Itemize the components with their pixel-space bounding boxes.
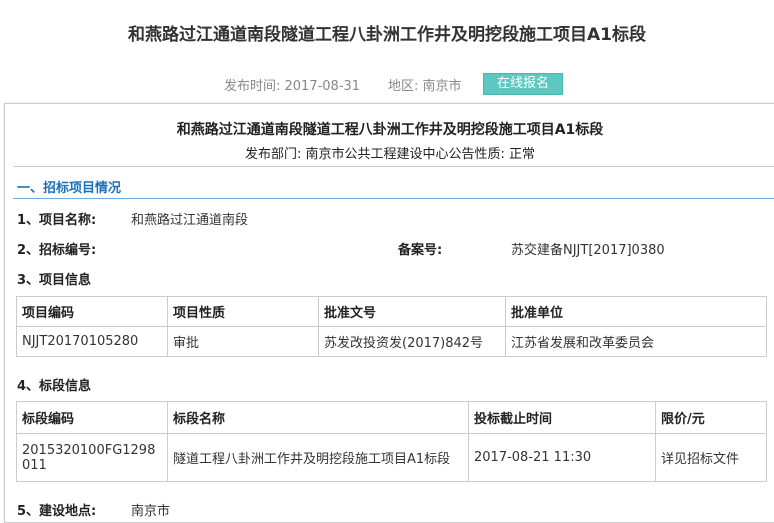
section-divider	[13, 198, 774, 199]
project-info-table: 项目编码 项目性质 批准文号 批准单位 NJJT20170105280 审批 苏…	[16, 296, 767, 357]
table-header: 标段名称	[167, 401, 469, 434]
table-header: 项目编码	[16, 296, 168, 327]
table-header: 标段编码	[16, 401, 168, 434]
table-row: 2015320100FG1298011 隧道工程八卦洲工作井及明挖段施工项目A1…	[16, 433, 767, 482]
table-header: 批准文号	[318, 296, 506, 327]
table-header: 项目性质	[167, 296, 319, 327]
table-cell: 审批	[167, 326, 319, 357]
location-value: 南京市	[131, 504, 171, 519]
doc-subtitle: 发布部门: 南京市公共工程建设中心公告性质: 正常	[244, 147, 536, 162]
project-name-value: 和燕路过江通道南段	[131, 213, 249, 228]
section-info-label: 4、标段信息	[17, 379, 92, 394]
table-row: NJJT20170105280 审批 苏发改投资发(2017)842号 江苏省发…	[16, 326, 767, 357]
table-header: 批准单位	[505, 296, 767, 327]
project-name-label: 1、项目名称:	[17, 213, 97, 228]
table-cell: 2017-08-21 11:30	[468, 433, 656, 482]
publish-time: 发布时间: 2017-08-31	[224, 79, 361, 94]
table-cell: 苏发改投资发(2017)842号	[318, 326, 506, 357]
table-cell: 2015320100FG1298011	[16, 433, 168, 482]
announcement-panel: 和燕路过江通道南段隧道工程八卦洲工作井及明挖段施工项目A1标段 发布部门: 南京…	[4, 103, 774, 523]
table-header: 投标截止时间	[468, 401, 656, 434]
divider	[13, 166, 774, 167]
record-number-value: 苏交建备NJJT[2017]0380	[511, 243, 665, 258]
page-title: 和燕路过江通道南段隧道工程八卦洲工作井及明挖段施工项目A1标段	[128, 25, 646, 45]
record-number-label: 备案号:	[398, 243, 443, 258]
table-header: 限价/元	[655, 401, 767, 434]
tender-number-label: 2、招标编号:	[17, 243, 97, 258]
table-cell: 江苏省发展和改革委员会	[505, 326, 767, 357]
doc-title: 和燕路过江通道南段隧道工程八卦洲工作井及明挖段施工项目A1标段	[176, 122, 604, 138]
table-cell: NJJT20170105280	[16, 326, 168, 357]
section-heading: 一、招标项目情况	[17, 181, 122, 196]
signup-button[interactable]: 在线报名	[483, 73, 563, 95]
section-info-table: 标段编码 标段名称 投标截止时间 限价/元 2015320100FG129801…	[16, 401, 767, 482]
region: 地区: 南京市	[388, 79, 462, 94]
location-label: 5、建设地点:	[17, 504, 97, 519]
project-info-label: 3、项目信息	[17, 273, 92, 288]
table-cell: 隧道工程八卦洲工作井及明挖段施工项目A1标段	[167, 433, 469, 482]
table-cell: 详见招标文件	[655, 433, 767, 482]
